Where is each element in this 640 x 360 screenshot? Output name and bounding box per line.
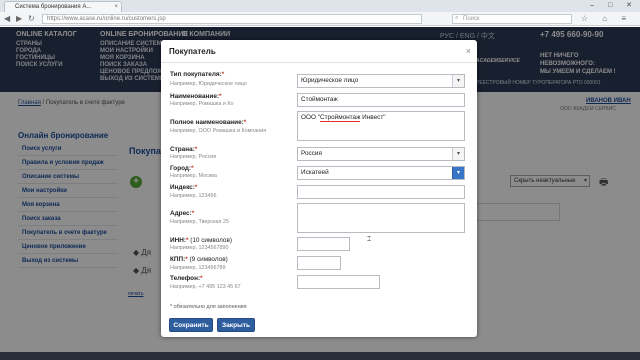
label-text: Страна: <box>170 146 195 153</box>
label-text: Телефон: <box>170 275 201 282</box>
required-star: * <box>200 275 203 282</box>
kpp-hint: Например, 123456789 <box>170 265 226 271</box>
name-input[interactable]: Стоймонтаж <box>297 93 465 107</box>
index-label: Индекс:* <box>170 184 197 191</box>
inn-hint: Например, 1234567890 <box>170 245 229 251</box>
label-text: Тип покупателя: <box>170 71 222 78</box>
required-star: * <box>194 146 198 153</box>
required-star: * <box>243 119 247 126</box>
address-textarea[interactable] <box>297 203 465 233</box>
phone-hint: Например, +7 495 123 45 67 <box>170 284 241 290</box>
toolbar-icons[interactable]: ☆ ⌂ ≡ <box>581 14 632 23</box>
label-text: Индекс: <box>170 184 195 191</box>
required-star: * <box>191 165 194 172</box>
inn-input[interactable] <box>297 237 350 251</box>
index-hint: Например, 123456 <box>170 193 217 199</box>
browser-tab[interactable]: Система бронирования А... × <box>4 1 122 12</box>
phone-label: Телефон:* <box>170 275 203 282</box>
label-text: ИНН: <box>170 237 186 244</box>
required-note: * обязательно для заполнения <box>170 304 247 310</box>
save-button[interactable]: Сохранить <box>169 318 213 332</box>
city-label: Город:* <box>170 165 194 172</box>
window-controls[interactable]: – □ ✕ <box>590 1 638 9</box>
select-value: Россия <box>301 150 322 157</box>
inn-label: ИНН:* (10 символов) <box>170 237 232 244</box>
full-name-label: Полное наименование:* <box>170 119 246 126</box>
country-hint: Например, Россия <box>170 154 217 160</box>
label-text: Наименование: <box>170 93 220 100</box>
country-label: Страна:* <box>170 146 197 153</box>
city-select[interactable]: Искатеей ▾ <box>297 166 465 180</box>
browser-tab-bar: Система бронирования А... × – □ ✕ <box>0 0 640 12</box>
address-label: Адрес:* <box>170 210 194 217</box>
label-note: (9 символов) <box>187 256 228 263</box>
text-part: Инвест" <box>360 114 386 121</box>
tab-title: Система бронирования А... <box>15 4 92 10</box>
full-name-hint: Например, ООО Ромашка и Компания <box>170 128 267 134</box>
mouse-cursor-icon: ⌶ <box>367 236 372 243</box>
country-select[interactable]: Россия ▾ <box>297 147 465 161</box>
reload-icon[interactable]: ↻ <box>28 14 35 23</box>
spellcheck-word: Строймонтаж <box>319 114 361 122</box>
required-star: * <box>221 71 225 78</box>
label-text: Полное наименование: <box>170 119 244 126</box>
chevron-down-icon[interactable]: ▾ <box>452 167 464 179</box>
kpp-input[interactable] <box>297 256 341 270</box>
address-hint: Например, Тверская 25 <box>170 219 229 225</box>
full-name-textarea[interactable]: ООО "Строймонтаж Инвест" <box>297 111 465 141</box>
close-button[interactable]: Закрыть <box>217 318 255 332</box>
required-star: * <box>219 93 222 100</box>
name-label: Наименование:* <box>170 93 222 100</box>
browser-search-input[interactable]: Поиск <box>452 14 572 24</box>
type-hint: Например, Юридическое лицо <box>170 81 247 87</box>
index-input[interactable] <box>297 185 465 199</box>
type-label: Тип покупателя:* <box>170 71 224 78</box>
required-star: * <box>194 184 198 191</box>
address-bar: ◀ ▶ ↻ https://www.acase.ru/online.ru/cus… <box>0 12 640 26</box>
select-value: Юридическое лицо <box>301 77 359 84</box>
name-hint: Например, Ромашка и Ко <box>170 101 234 107</box>
back-arrow-icon[interactable]: ◀ <box>4 14 10 23</box>
label-text: Город: <box>170 165 192 172</box>
kpp-label: КПП:* (9 символов) <box>170 256 228 263</box>
label-text: Адрес: <box>170 210 192 217</box>
dialog-title: Покупатель <box>169 47 216 56</box>
buyer-dialog: Покупатель × Тип покупателя:* Например, … <box>161 40 477 337</box>
forward-arrow-icon[interactable]: ▶ <box>16 14 22 23</box>
phone-input[interactable] <box>297 275 380 289</box>
select-value: Искатеей <box>301 169 329 176</box>
required-star: * <box>191 210 195 217</box>
close-icon[interactable]: × <box>466 46 471 56</box>
city-hint: Например, Москва <box>170 173 217 179</box>
text-part: ООО " <box>301 114 320 121</box>
label-note: (10 символов) <box>188 237 233 244</box>
tab-close-icon[interactable]: × <box>114 2 118 12</box>
divider <box>161 62 477 63</box>
chevron-down-icon[interactable]: ▾ <box>452 75 464 87</box>
chevron-down-icon[interactable]: ▾ <box>452 148 464 160</box>
url-input[interactable]: https://www.acase.ru/online.ru/customers… <box>42 14 422 24</box>
buyer-type-select[interactable]: Юридическое лицо ▾ <box>297 74 465 88</box>
label-text: КПП: <box>170 256 186 263</box>
